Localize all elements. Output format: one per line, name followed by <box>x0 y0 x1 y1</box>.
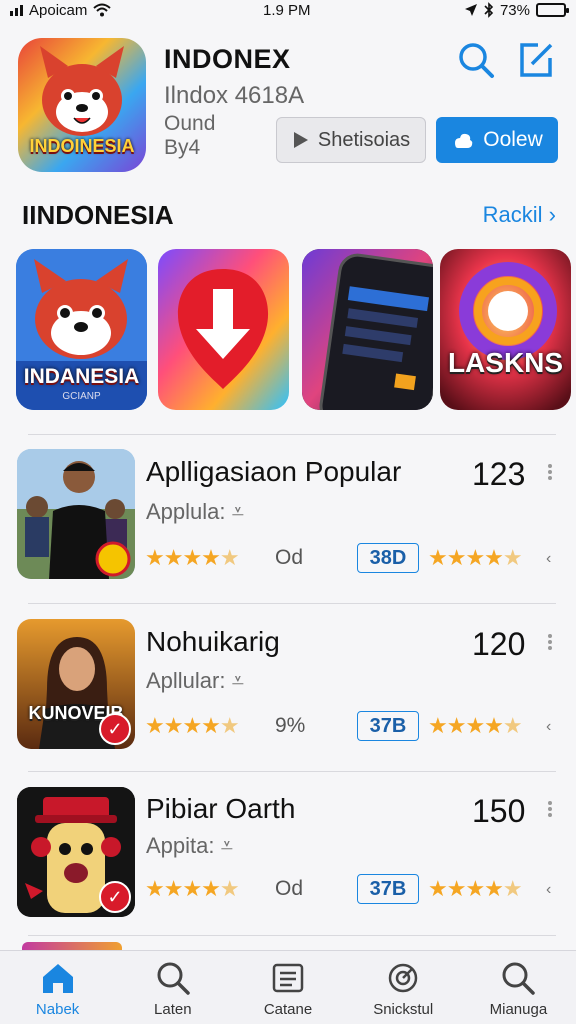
more-icon[interactable] <box>548 462 554 482</box>
list-item-4-thumbnail-partial[interactable] <box>22 942 122 950</box>
tab-home[interactable]: Nabek <box>0 951 115 1024</box>
tab-search-2-label: Mianuga <box>489 1001 548 1018</box>
search-icon[interactable] <box>456 40 496 80</box>
rating-stars: ★★★★★ <box>428 713 523 738</box>
section-link-label: Rackil <box>482 202 543 227</box>
signal-icon <box>10 4 23 16</box>
status-bar: Apoicam 1.9 PM 73% <box>0 0 576 20</box>
chevron-icon[interactable]: ‹ <box>546 718 551 736</box>
more-icon[interactable] <box>548 632 554 652</box>
more-icon[interactable] <box>548 799 554 819</box>
play-icon <box>293 132 308 148</box>
divider <box>28 771 556 772</box>
rating-stars: ★★★★★ <box>145 545 240 570</box>
tile-4-label: LASKNS <box>447 347 564 378</box>
search-icon <box>157 962 190 995</box>
tab-home-label: Nabek <box>35 1001 80 1018</box>
app-title: INDONEX <box>164 44 291 74</box>
featured-tile-2[interactable] <box>158 249 289 410</box>
list-item-3-sub: Appita: ⩡ <box>146 833 233 859</box>
tab-arcade[interactable]: Snickstul <box>346 951 461 1024</box>
tab-arcade-label: Snickstul <box>373 1001 434 1018</box>
list-item-3-stat: Od <box>275 877 304 900</box>
list-item-1-sub: Applula: ⩡ <box>146 499 244 525</box>
list-item-1-sub-label: Applula: <box>146 499 226 524</box>
search-icon <box>502 962 536 995</box>
list-item-1-stat: Od <box>275 546 304 569</box>
list-item-1-name[interactable]: Aplligasiaon Popular <box>146 456 401 488</box>
rating-stars: ★★★★★ <box>145 876 240 901</box>
list-item-2-name[interactable]: Nohuikarig <box>146 626 280 658</box>
check-icon: ✓ <box>99 881 131 913</box>
list-icon <box>272 963 304 993</box>
hero-icon-text: INDOINESIA <box>29 136 135 156</box>
list-item-2-sub: Apllular: ⩡ <box>146 668 244 694</box>
section-title: IINDONESIA <box>22 200 174 230</box>
tile-1-caption: GCIANP <box>62 391 101 402</box>
hero-app-icon[interactable]: INDOINESIA <box>18 38 146 172</box>
section-see-all-link[interactable]: Rackil › <box>483 202 556 228</box>
download-icon: ⩡ <box>231 499 245 524</box>
cloud-icon <box>455 133 473 148</box>
app-meta-line1: Ound <box>164 112 216 135</box>
tile-1-label: INDANESIA <box>23 365 140 388</box>
featured-tile-1[interactable]: INDANESIA GCIANP <box>16 249 147 410</box>
tab-categories[interactable]: Catane <box>230 951 345 1024</box>
app-subtitle: Ilndox 4618A <box>164 82 305 109</box>
radar-icon <box>388 963 418 993</box>
list-item-1-thumbnail[interactable] <box>17 449 135 579</box>
list-item-2-thumbnail[interactable]: KUNOVEIB ✓ <box>17 619 135 749</box>
open-label: Oolew <box>483 128 543 151</box>
tab-search-label: Laten <box>154 1001 192 1018</box>
app-meta-line2: By4 <box>164 136 201 159</box>
tab-categories-label: Catane <box>263 1001 313 1018</box>
clock: 1.9 PM <box>263 1 311 19</box>
rating-stars: ★★★★★ <box>428 545 523 570</box>
tab-bar: Nabek Laten Catane Snickstul Mianuga <box>0 950 576 1024</box>
open-button[interactable]: Oolew <box>436 117 558 163</box>
download-icon: ⩡ <box>220 833 234 858</box>
list-item-2-stat: 9% <box>275 714 306 737</box>
tab-search-2[interactable]: Mianuga <box>461 951 576 1024</box>
carrier-label: Apoicam <box>29 1 88 19</box>
list-item-3-sub-label: Appita: <box>146 833 215 858</box>
chevron-icon[interactable]: ‹ <box>546 550 551 568</box>
list-item-3-name[interactable]: Pibiar Oarth <box>146 793 295 825</box>
battery-percent: 73% <box>499 1 530 19</box>
rating-stars: ★★★★★ <box>428 876 523 901</box>
tab-search[interactable]: Laten <box>115 951 230 1024</box>
divider <box>28 603 556 604</box>
list-item-1-count: 123 <box>472 456 526 492</box>
featured-tile-3[interactable] <box>302 249 433 410</box>
list-item-2-badge: 37B <box>357 711 419 741</box>
list-item-3-badge: 37B <box>357 874 419 904</box>
list-item-2-count: 120 <box>472 626 526 662</box>
chevron-icon[interactable]: ‹ <box>546 881 551 899</box>
check-icon: ✓ <box>99 713 131 745</box>
compose-icon[interactable] <box>516 40 556 80</box>
bluetooth-icon <box>484 2 494 18</box>
rating-stars: ★★★★★ <box>145 713 240 738</box>
download-icon: ⩡ <box>231 668 245 693</box>
screenshots-button[interactable]: Shetisoias <box>276 117 426 163</box>
wifi-icon <box>93 3 112 17</box>
chevron-right-icon: › <box>548 202 556 227</box>
app-meta: Ound By4 <box>164 112 215 160</box>
list-item-2-sub-label: Apllular: <box>146 668 226 693</box>
divider <box>28 935 556 936</box>
list-item-3-count: 150 <box>472 793 526 829</box>
location-icon <box>464 4 477 16</box>
list-item-1-badge: 38D <box>357 543 419 573</box>
screenshots-label: Shetisoias <box>317 128 411 151</box>
featured-tile-4[interactable]: LASKNS <box>440 249 571 410</box>
list-item-3-thumbnail[interactable]: ✓ <box>17 787 135 917</box>
divider <box>28 434 556 435</box>
battery-icon <box>536 3 569 17</box>
home-icon <box>42 964 73 993</box>
